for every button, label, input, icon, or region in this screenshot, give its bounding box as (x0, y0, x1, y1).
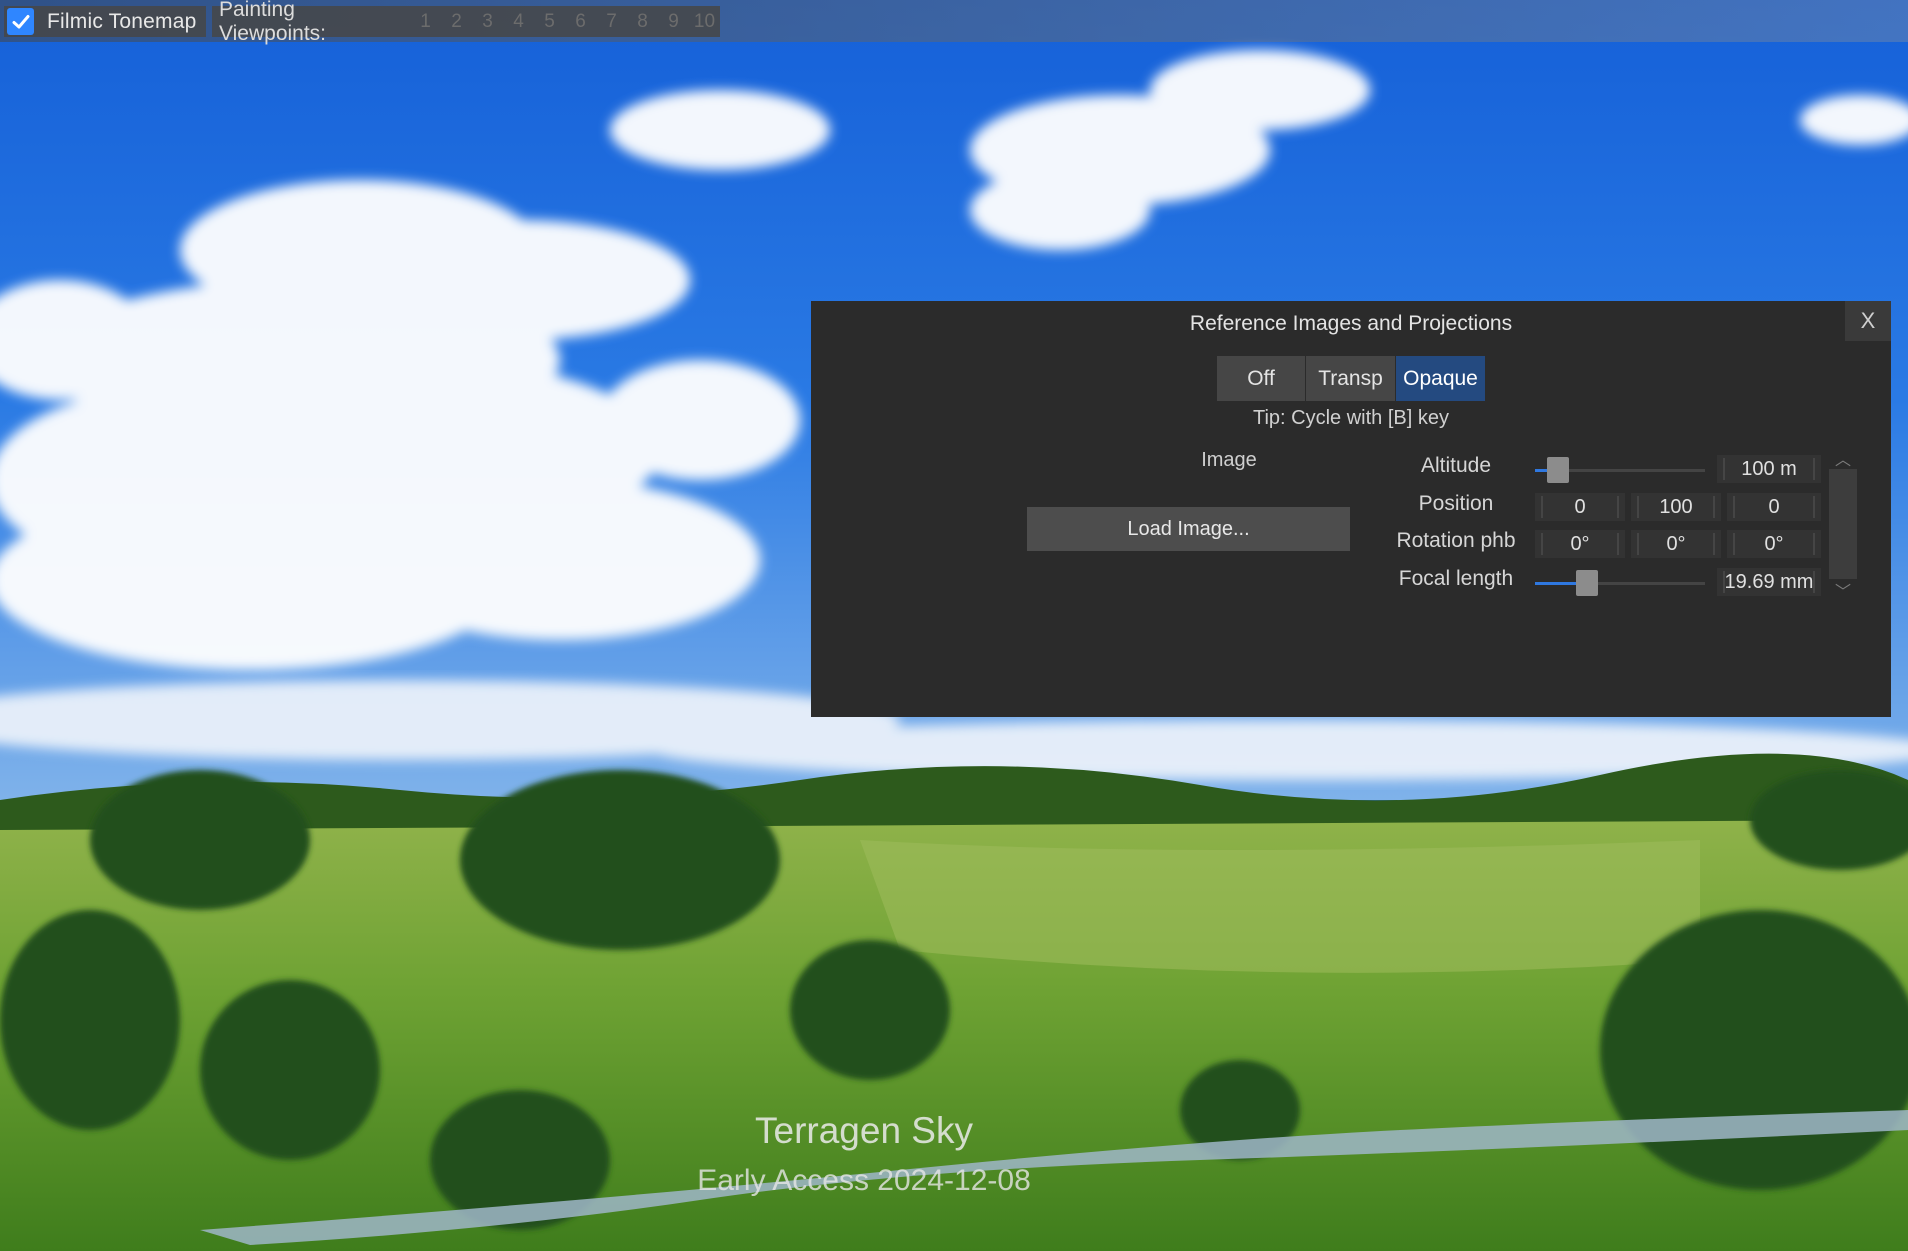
altitude-label: Altitude (1420, 454, 1492, 477)
altitude-slider-thumb[interactable] (1546, 457, 1569, 483)
load-image-button[interactable]: Load Image... (1027, 507, 1350, 551)
viewpoint-button-5[interactable]: 5 (534, 11, 565, 33)
checkmark-icon (12, 14, 29, 28)
scrollbar-track[interactable] (1829, 469, 1857, 579)
watermark-subtitle-text: Early Access 2024-12-08 (697, 1164, 1031, 1197)
mode-opaque-button[interactable]: Opaque (1396, 356, 1486, 401)
close-button[interactable]: X (1845, 301, 1891, 341)
viewpoint-button-2[interactable]: 2 (441, 11, 472, 33)
mode-off-button[interactable]: Off (1217, 356, 1306, 401)
viewpoint-button-8[interactable]: 8 (627, 11, 658, 33)
altitude-field[interactable]: 100 m (1717, 455, 1821, 483)
reference-images-dialog: Reference Images and Projections X Off T… (811, 301, 1891, 717)
painting-viewpoints-numbers: 1 2 3 4 5 6 7 8 9 10 (410, 11, 720, 33)
display-mode-selector: Off Transp Opaque (1217, 356, 1486, 401)
position-label: Position (1418, 492, 1494, 515)
viewpoint-button-1[interactable]: 1 (410, 11, 441, 33)
viewpoint-button-7[interactable]: 7 (596, 11, 627, 33)
tip-text: Tip: Cycle with [B] key (1253, 407, 1449, 429)
watermark-subtitle: Early Access 2024-12-08 (0, 1164, 1908, 1198)
filmic-tonemap-toggle[interactable]: Filmic Tonemap (4, 6, 206, 37)
position-y-field[interactable]: 100 (1631, 493, 1721, 521)
dialog-title: Reference Images and Projections (1189, 312, 1513, 335)
watermark-title: Terragen Sky (0, 1110, 1908, 1152)
scroll-down-icon[interactable]: ﹀ (1829, 579, 1857, 601)
position-z-field[interactable]: 0 (1727, 493, 1821, 521)
viewpoint-button-3[interactable]: 3 (472, 11, 503, 33)
viewpoint-button-6[interactable]: 6 (565, 11, 596, 33)
mode-transp-button[interactable]: Transp (1306, 356, 1396, 401)
focal-length-field[interactable]: 19.69 mm (1717, 568, 1821, 596)
filmic-tonemap-label: Filmic Tonemap (47, 9, 197, 33)
properties-scrollbar[interactable]: ︿ ﹀ (1829, 447, 1857, 601)
painting-viewpoints-bar: Painting Viewpoints: 1 2 3 4 5 6 7 8 9 1… (212, 0, 720, 45)
rotation-p-field[interactable]: 0° (1631, 530, 1721, 558)
position-x-field[interactable]: 0 (1535, 493, 1625, 521)
image-section-label: Image (1201, 449, 1257, 471)
scroll-up-icon[interactable]: ︿ (1829, 447, 1857, 469)
rotation-b-field[interactable]: 0° (1727, 530, 1821, 558)
rotation-h-field[interactable]: 0° (1535, 530, 1625, 558)
filmic-tonemap-checkbox[interactable] (7, 8, 34, 35)
top-toolbar: Filmic Tonemap Painting Viewpoints: 1 2 … (0, 0, 1908, 45)
viewpoint-button-10[interactable]: 10 (689, 11, 720, 33)
painting-viewpoints-label: Painting Viewpoints: (219, 0, 327, 45)
rotation-label: Rotation phb (1396, 529, 1516, 552)
viewpoint-button-4[interactable]: 4 (503, 11, 534, 33)
focal-length-slider-thumb[interactable] (1576, 570, 1599, 596)
watermark-title-text: Terragen Sky (755, 1110, 973, 1151)
viewpoint-button-9[interactable]: 9 (658, 11, 689, 33)
focal-length-label: Focal length (1398, 567, 1514, 590)
